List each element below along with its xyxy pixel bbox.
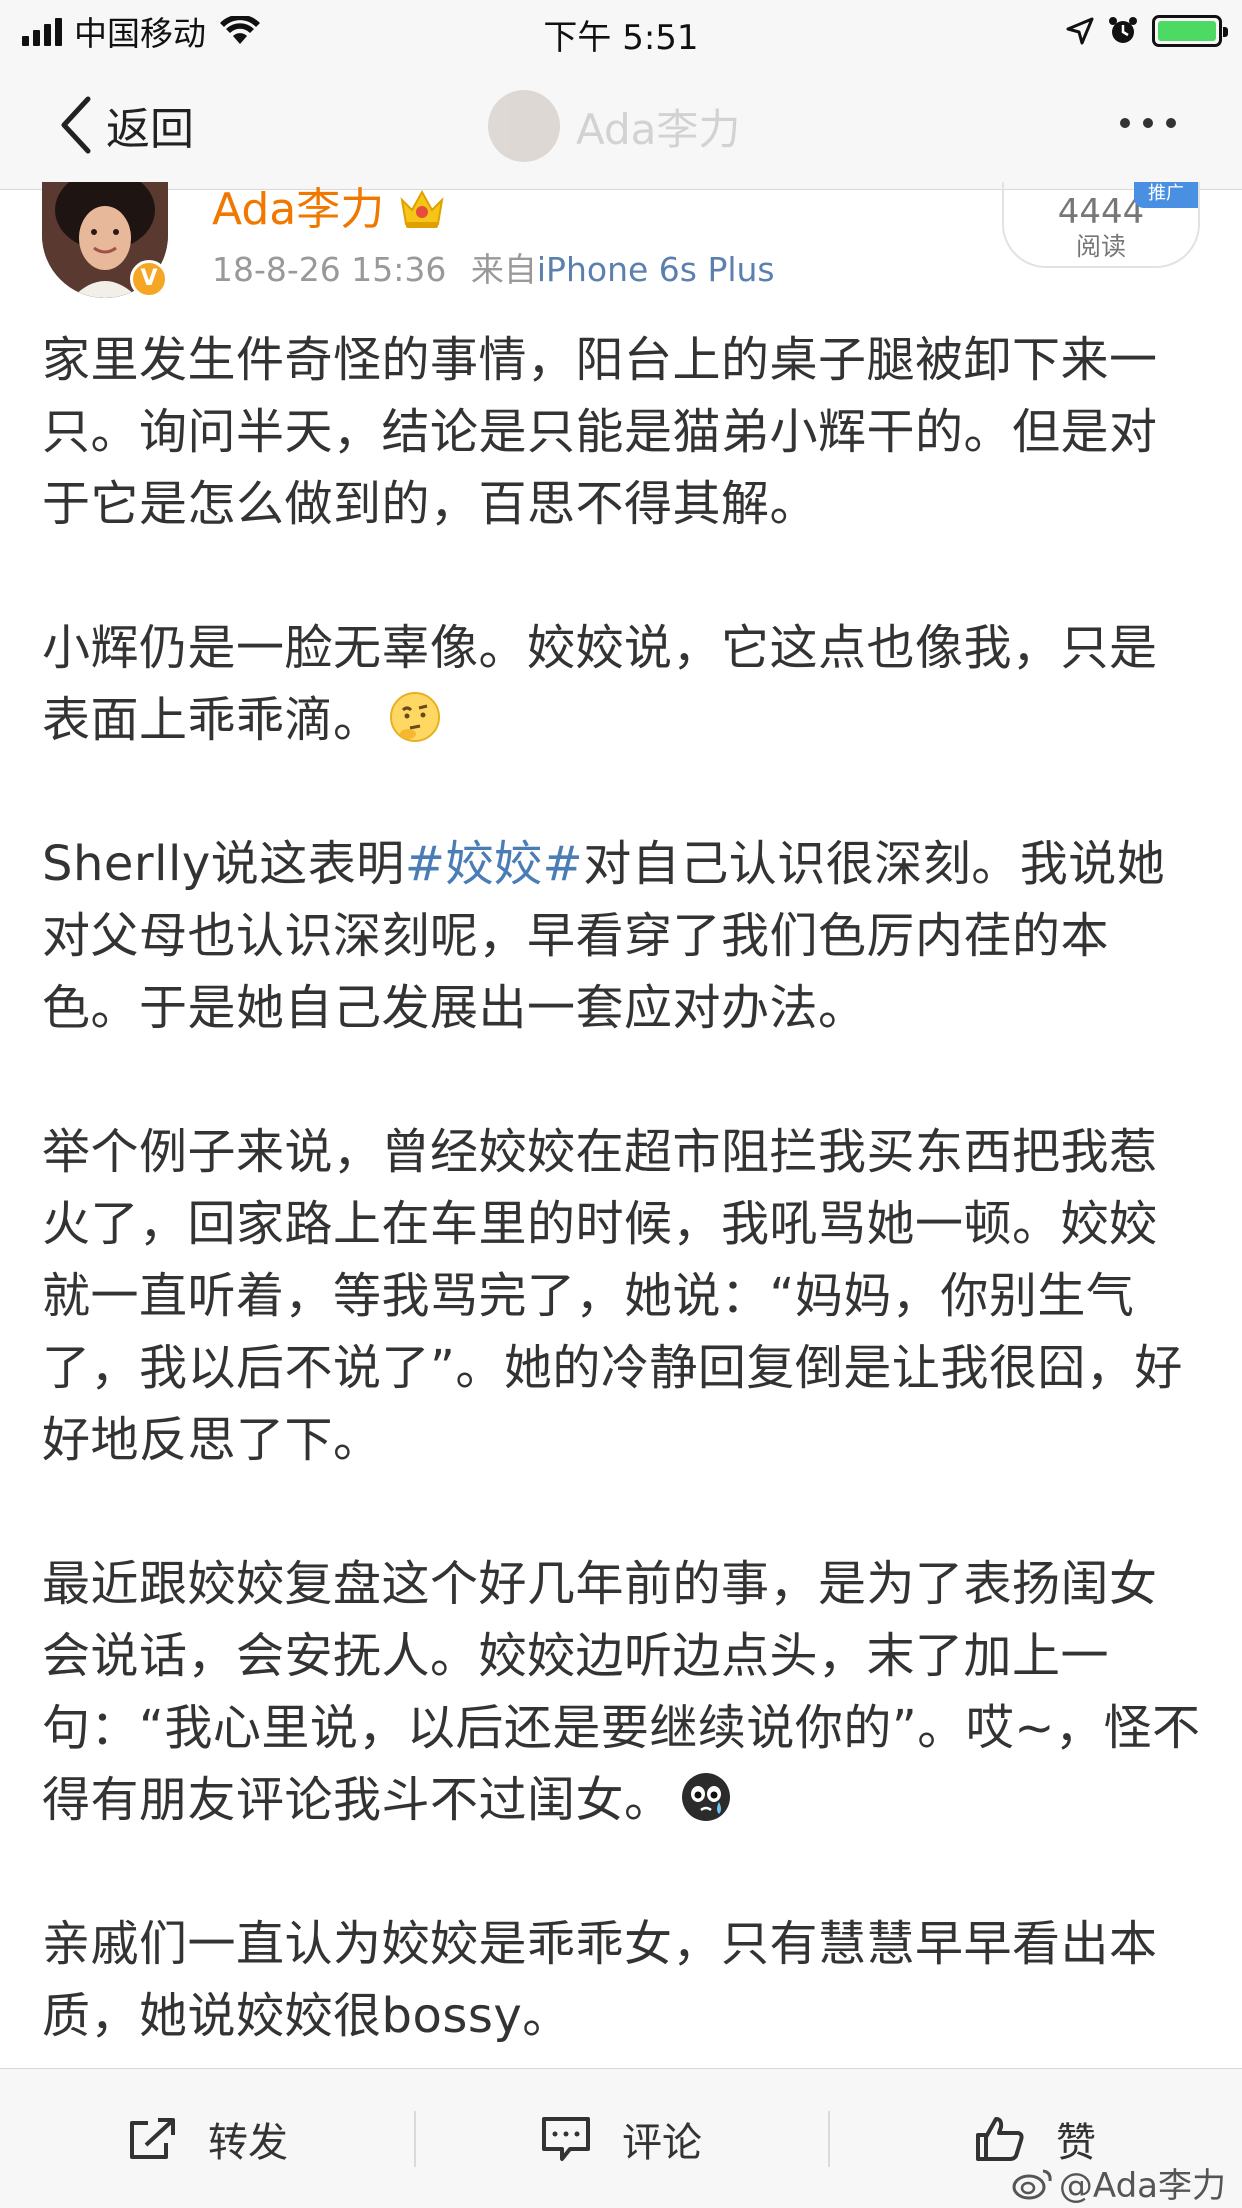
post-paragraph: 家里发生件奇怪的事情，阳台上的桌子腿被卸下来一只。询问半天，结论是只能是猫弟小辉… <box>42 332 1158 532</box>
post-paragraph: Sherlly说这表明#姣姣#对自己认识很深刻。我说她对父母也认识深刻呢，早看穿… <box>42 828 1202 1044</box>
status-right <box>1066 10 1228 52</box>
nav-avatar <box>488 90 560 162</box>
repost-icon <box>130 2118 175 2159</box>
source-device: iPhone 6s Plus <box>536 250 775 289</box>
repost-label: 转发 <box>208 2120 288 2166</box>
watermark-label: @Ada李力 <box>1058 2166 1226 2206</box>
post-paragraph: 最近跟姣姣复盘这个好几年前的事，是为了表扬闺女会说话，会安抚人。姣姣边听边点头，… <box>42 1548 1202 1836</box>
read-count-box: 推广 4444 阅读 <box>1002 182 1200 268</box>
crown-icon <box>400 189 444 228</box>
weibo-logo-icon <box>1012 2169 1052 2199</box>
alarm-clock-icon <box>1109 17 1137 43</box>
weibo-watermark: @Ada李力 <box>1011 2158 1226 2207</box>
post-paragraph-text: 小辉仍是一脸无辜像。姣姣说，它这点也像我，只是表面上乖乖滴。 <box>42 620 1158 748</box>
back-button[interactable]: 返回 <box>58 92 194 158</box>
post-meta: 18-8-26 15:36 来自iPhone 6s Plus <box>212 248 775 292</box>
battery-icon <box>1152 15 1228 47</box>
promote-tag: 推广 <box>1134 182 1198 208</box>
comment-label: 评论 <box>622 2120 702 2166</box>
read-label: 阅读 <box>1075 232 1126 261</box>
chevron-left-icon <box>61 96 91 154</box>
thumbs-up-icon <box>976 2117 1024 2161</box>
comment-icon <box>542 2117 590 2161</box>
post-paragraph: 小辉仍是一脸无辜像。姣姣说，它这点也像我，只是表面上乖乖滴。 <box>42 612 1202 756</box>
post-paragraph: 举个例子来说，曾经姣姣在超市阻拦我买东西把我惹火了，回家路上在车里的时候，我吼骂… <box>42 1124 1183 1468</box>
post-body: 家里发生件奇怪的事情，阳台上的桌子腿被卸下来一只。询问半天，结论是只能是猫弟小辉… <box>42 324 1202 2052</box>
nav-title: Ada李力 <box>576 104 741 154</box>
more-options-button[interactable] <box>1120 118 1176 128</box>
crying-emoji-icon <box>681 1773 730 1821</box>
status-bar: 中国移动 下午 5:51 <box>0 0 1242 62</box>
status-time: 下午 5:51 <box>543 18 699 58</box>
hashtag-link[interactable]: #姣姣# <box>405 836 583 892</box>
more-dot-icon <box>1143 118 1153 128</box>
post-paragraph-text: Sherlly说这表明 <box>42 836 405 892</box>
source-prefix: 来自 <box>470 250 537 289</box>
back-label: 返回 <box>106 104 194 155</box>
location-arrow-icon <box>1066 17 1094 45</box>
repost-button[interactable]: 转发 <box>0 2069 414 2208</box>
author-name[interactable]: Ada李力 <box>212 180 384 240</box>
more-dot-icon <box>1166 118 1176 128</box>
navigation-bar: 返回 Ada李力 <box>0 62 1242 190</box>
comment-button[interactable]: 评论 <box>414 2069 828 2208</box>
post-paragraph-text: 最近跟姣姣复盘这个好几年前的事，是为了表扬闺女会说话，会安抚人。姣姣边听边点头，… <box>42 1556 1201 1828</box>
verified-badge-icon: V <box>130 260 168 298</box>
more-dot-icon <box>1120 118 1130 128</box>
thinking-emoji-icon <box>389 692 440 742</box>
post-date: 18-8-26 15:36 <box>212 250 447 289</box>
nav-title-group: Ada李力 <box>488 90 740 162</box>
post-paragraph: 亲戚们一直认为姣姣是乖乖女，只有慧慧早早看出本质，她说姣姣很bossy。 <box>42 1916 1158 2044</box>
author-avatar[interactable]: V <box>42 182 170 298</box>
